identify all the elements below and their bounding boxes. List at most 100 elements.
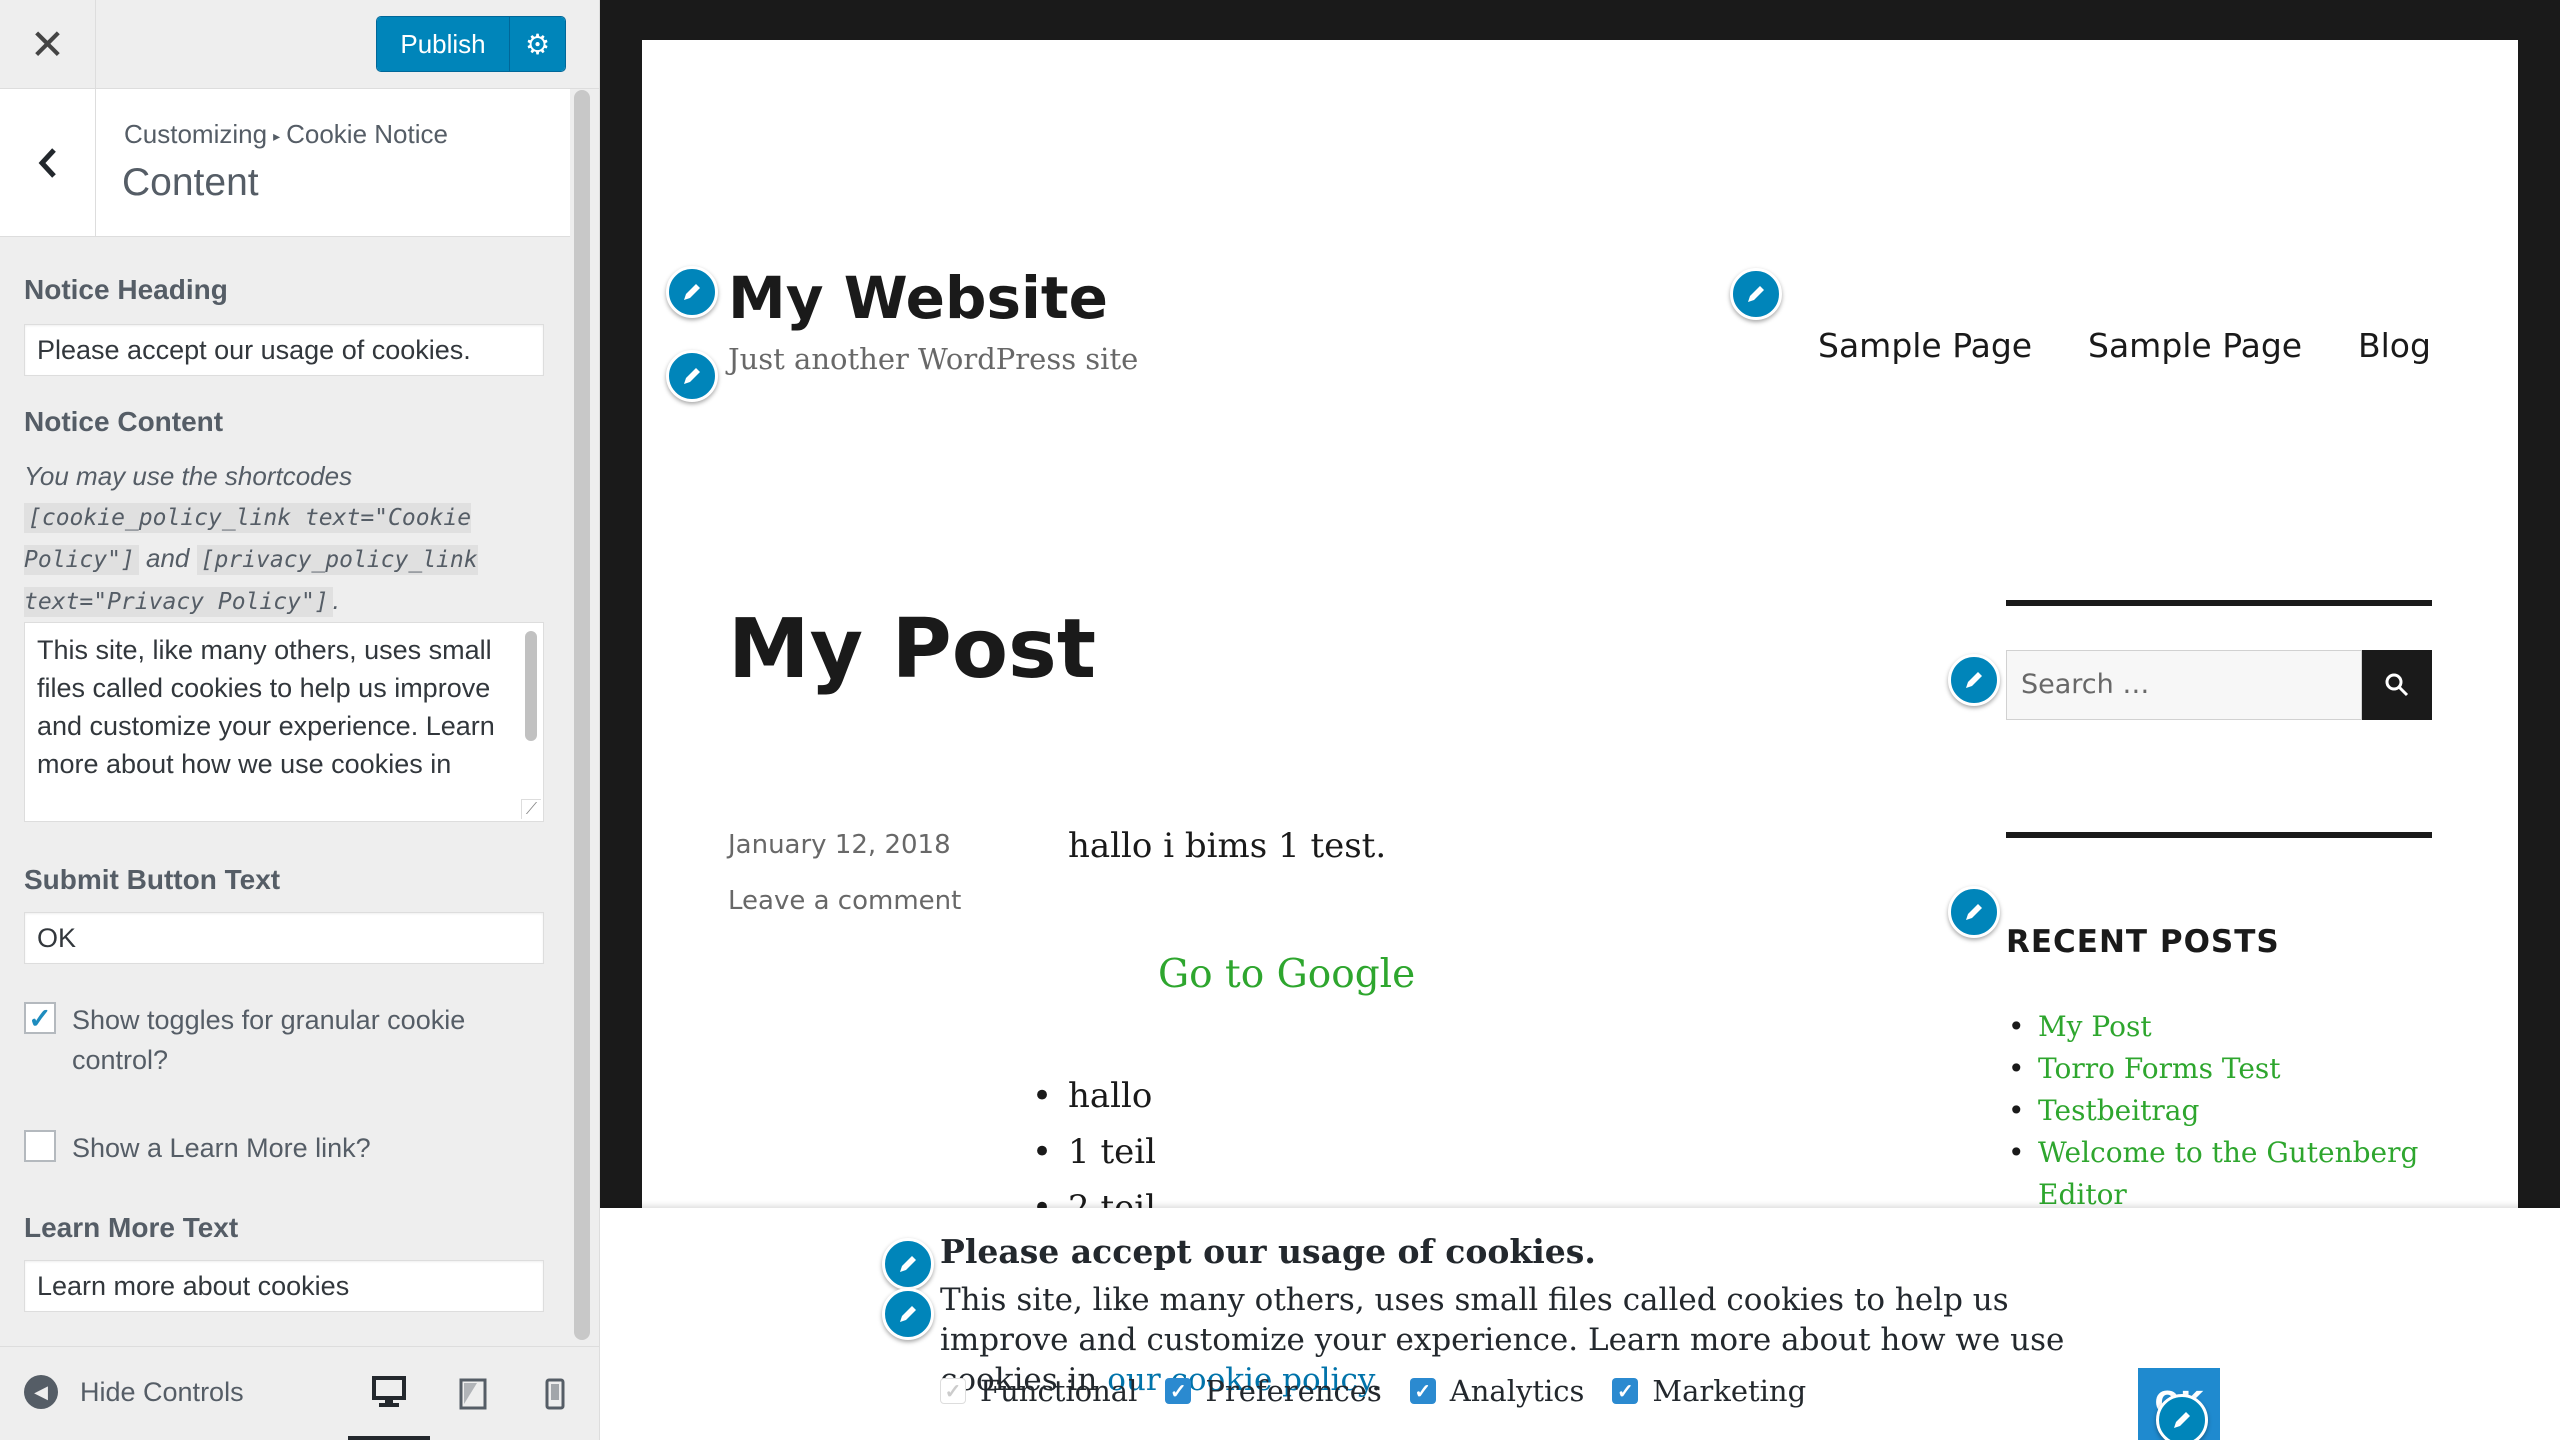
- edit-search-widget-shortcut[interactable]: [1948, 654, 2000, 706]
- toggle-label: Analytics: [1449, 1374, 1585, 1408]
- post-link[interactable]: Go to Google: [1158, 952, 1415, 997]
- post-paragraph: hallo i bims 1 test.: [1068, 826, 1387, 866]
- mobile-icon: [545, 1378, 565, 1410]
- notice-content-textarea[interactable]: This site, like many others, uses small …: [24, 622, 544, 822]
- collapse-icon: ◀: [24, 1375, 58, 1409]
- search-button[interactable]: [2362, 650, 2432, 720]
- analytics-checkbox[interactable]: ✓: [1409, 1378, 1436, 1404]
- device-mobile-button[interactable]: [514, 1347, 596, 1440]
- list-item: hallo: [1032, 1076, 1156, 1132]
- textarea-value: This site, like many others, uses small …: [37, 635, 495, 779]
- recent-post-link[interactable]: Testbeitrag: [2008, 1090, 2432, 1132]
- toggle-functional: ✓ Functional: [940, 1374, 1137, 1408]
- widget-divider: [2006, 600, 2432, 606]
- publish-button[interactable]: Publish: [377, 17, 509, 71]
- customizer-sidebar: ✕ Publish ⚙ Customizing ▸ Cookie Notice Co…: [0, 0, 600, 1440]
- recent-posts-title: RECENT POSTS: [2006, 924, 2280, 960]
- edit-tagline-shortcut[interactable]: [666, 350, 718, 402]
- breadcrumb: Customizing ▸ Cookie Notice: [124, 119, 448, 150]
- preferences-checkbox[interactable]: ✓: [1165, 1378, 1192, 1404]
- list-item: 1 teil: [1032, 1132, 1156, 1188]
- notice-content-label: Notice Content: [24, 406, 224, 437]
- cookie-toggles: ✓ Functional ✓ Preferences ✓ Analytics ✓…: [940, 1374, 1834, 1408]
- post-date[interactable]: January 12, 2018: [728, 830, 951, 860]
- notice-heading-label: Notice Heading: [24, 274, 228, 305]
- site-title[interactable]: My Website: [728, 264, 1108, 332]
- toggle-analytics: ✓ Analytics: [1409, 1374, 1585, 1408]
- toggle-label: Preferences: [1205, 1374, 1382, 1408]
- edit-notice-content-shortcut[interactable]: [882, 1288, 934, 1340]
- description-text: and: [146, 543, 190, 573]
- edit-site-title-shortcut[interactable]: [666, 266, 718, 318]
- description-text: You may use the shortcodes: [24, 461, 353, 491]
- edit-menu-shortcut[interactable]: [1730, 268, 1782, 320]
- toggles-checkbox[interactable]: ✓: [24, 1002, 56, 1034]
- learn-more-checkbox[interactable]: [24, 1130, 56, 1162]
- notice-content-description: You may use the shortcodes [cookie_polic…: [24, 456, 544, 622]
- pencil-icon: [1748, 286, 1764, 302]
- learn-more-checkbox-row: Show a Learn More link?: [24, 1128, 371, 1168]
- nav-item-sample-page[interactable]: Sample Page: [2088, 326, 2302, 365]
- pencil-icon: [684, 284, 700, 300]
- search-input[interactable]: Search …: [2006, 650, 2362, 720]
- recent-post-link[interactable]: My Post: [2008, 1006, 2432, 1048]
- site-preview: My Website Just another WordPress site S…: [600, 0, 2560, 1440]
- sidebar-scrollbar[interactable]: [574, 90, 590, 1340]
- nav-item-blog[interactable]: Blog: [2358, 326, 2431, 365]
- learn-more-text-label: Learn More Text: [24, 1212, 239, 1243]
- toggles-checkbox-row: ✓ Show toggles for granular cookie contr…: [24, 1000, 502, 1080]
- site-tagline: Just another WordPress site: [728, 342, 1139, 376]
- close-icon: ✕: [29, 20, 66, 68]
- functional-checkbox: ✓: [940, 1378, 966, 1404]
- edit-submit-button-shortcut[interactable]: [2156, 1394, 2208, 1440]
- pencil-icon: [900, 1256, 916, 1272]
- close-button[interactable]: ✕: [0, 0, 96, 88]
- gear-icon: ⚙: [524, 28, 551, 60]
- recent-post-link[interactable]: Torro Forms Test: [2008, 1048, 2432, 1090]
- back-button[interactable]: [0, 89, 96, 237]
- pencil-icon: [684, 368, 700, 384]
- publish-settings-button[interactable]: ⚙: [509, 17, 565, 71]
- nav-item-sample-page[interactable]: Sample Page: [1818, 326, 2032, 365]
- device-tablet-button[interactable]: [432, 1347, 514, 1440]
- leave-comment-link[interactable]: Leave a comment: [728, 886, 961, 916]
- toggles-checkbox-label: Show toggles for granular cookie control…: [72, 1005, 466, 1075]
- pencil-icon: [900, 1306, 916, 1322]
- submit-button-text-label: Submit Button Text: [24, 864, 281, 895]
- toggle-marketing: ✓ Marketing: [1612, 1374, 1806, 1408]
- hide-controls-label: Hide Controls: [80, 1376, 244, 1407]
- tablet-icon: [459, 1378, 487, 1410]
- marketing-checkbox[interactable]: ✓: [1612, 1378, 1639, 1404]
- cookie-notice-heading: Please accept our usage of cookies.: [940, 1232, 1596, 1271]
- edit-recent-posts-shortcut[interactable]: [1948, 886, 2000, 938]
- section-header: Customizing ▸ Cookie Notice Content: [0, 89, 570, 237]
- hide-controls-button[interactable]: ◀ Hide Controls: [24, 1375, 244, 1409]
- breadcrumb-child: Cookie Notice: [286, 119, 448, 149]
- breadcrumb-parent: Customizing: [124, 119, 268, 149]
- cookie-notice-banner: Please accept our usage of cookies. This…: [600, 1208, 2560, 1440]
- recent-posts-list: My Post Torro Forms Test Testbeitrag Wel…: [2008, 1006, 2432, 1216]
- submit-button-text-input[interactable]: OK: [24, 912, 544, 964]
- search-icon: [2385, 673, 2409, 697]
- breadcrumb-arrow-icon: ▸: [273, 127, 281, 144]
- notice-heading-input[interactable]: Please accept our usage of cookies.: [24, 324, 544, 376]
- device-desktop-button[interactable]: [348, 1347, 430, 1440]
- learn-more-checkbox-label: Show a Learn More link?: [72, 1133, 371, 1163]
- customizer-footer: ◀ Hide Controls: [0, 1346, 599, 1440]
- textarea-scrollbar[interactable]: [525, 631, 537, 741]
- publish-group: Publish ⚙: [376, 16, 566, 72]
- resize-handle-icon[interactable]: ⟋: [521, 799, 541, 819]
- pencil-icon: [1966, 672, 1982, 688]
- recent-post-link[interactable]: Welcome to the Gutenberg Editor: [2008, 1132, 2432, 1216]
- checkmark-icon: ✓: [28, 1002, 52, 1034]
- toggle-label: Functional: [980, 1374, 1138, 1408]
- pencil-icon: [1966, 904, 1982, 920]
- widget-divider: [2006, 832, 2432, 838]
- description-text: .: [332, 585, 340, 615]
- edit-notice-heading-shortcut[interactable]: [882, 1238, 934, 1290]
- chevron-left-icon: [38, 148, 56, 178]
- learn-more-text-input[interactable]: Learn more about cookies: [24, 1260, 544, 1312]
- desktop-icon: [372, 1375, 406, 1407]
- toggle-label: Marketing: [1652, 1374, 1807, 1408]
- toggle-preferences: ✓ Preferences: [1165, 1374, 1382, 1408]
